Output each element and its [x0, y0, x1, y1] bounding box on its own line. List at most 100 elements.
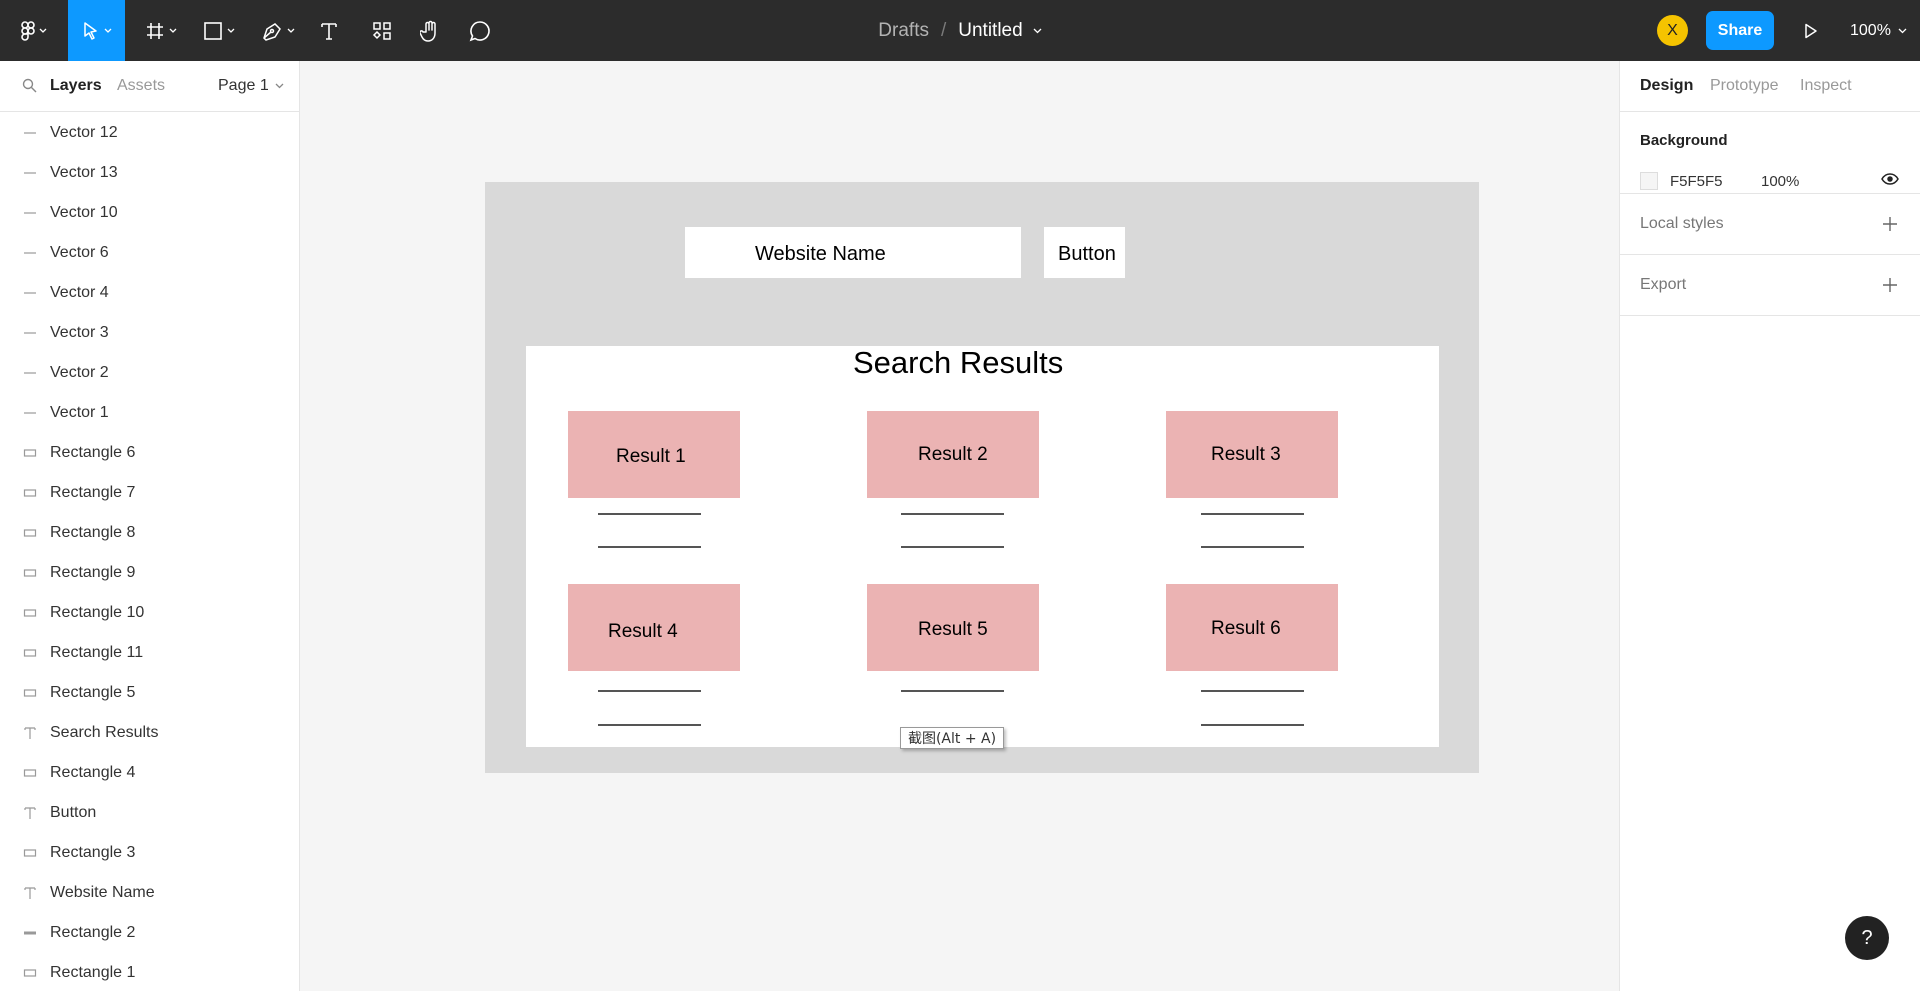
local-styles-title: Local styles [1640, 215, 1724, 232]
layer-row[interactable]: Rectangle 8 [0, 513, 299, 553]
result-label-2[interactable]: Result 2 [918, 444, 988, 466]
rectangle-icon [22, 685, 38, 701]
layer-name: Rectangle 8 [50, 524, 136, 541]
layer-name: Rectangle 2 [50, 924, 136, 941]
chevron-down-icon [275, 83, 284, 89]
layer-row[interactable]: Rectangle 11 [0, 633, 299, 673]
result-label-5[interactable]: Result 5 [918, 619, 988, 641]
layer-row[interactable]: Rectangle 6 [0, 433, 299, 473]
layer-row[interactable]: Button [0, 793, 299, 833]
line-icon [22, 165, 38, 181]
tab-inspect[interactable]: Inspect [1800, 77, 1852, 95]
chevron-down-icon[interactable] [1033, 28, 1042, 34]
tab-design[interactable]: Design [1640, 77, 1693, 95]
plus-icon[interactable] [1882, 277, 1898, 293]
layer-row[interactable]: Rectangle 7 [0, 473, 299, 513]
zoom-dropdown[interactable]: 100% [1850, 0, 1907, 61]
result-label-3[interactable]: Result 3 [1211, 444, 1281, 466]
vector-line[interactable] [1201, 513, 1304, 515]
vector-line[interactable] [598, 724, 701, 726]
text-tool-button[interactable] [313, 0, 345, 61]
vector-line[interactable] [598, 546, 701, 548]
page-label: Page 1 [218, 77, 269, 94]
layer-row[interactable]: Search Results [0, 713, 299, 753]
layer-row[interactable]: Rectangle 2 [0, 913, 299, 953]
layer-row[interactable]: Rectangle 1 [0, 953, 299, 991]
screenshot-tooltip: 截图(Alt + A) [900, 727, 1004, 749]
layer-row[interactable]: Vector 1 [0, 393, 299, 433]
vector-line[interactable] [901, 690, 1004, 692]
tab-layers[interactable]: Layers [50, 77, 102, 95]
layer-row[interactable]: Vector 4 [0, 273, 299, 313]
layer-row[interactable]: Rectangle 4 [0, 753, 299, 793]
background-hex-input[interactable]: F5F5F5 [1670, 173, 1723, 190]
result-label-1[interactable]: Result 1 [616, 446, 686, 468]
frame-tool-button[interactable] [138, 0, 184, 61]
figma-logo-icon [21, 20, 35, 41]
button-text[interactable]: Button [1058, 243, 1116, 266]
vector-line[interactable] [1201, 546, 1304, 548]
present-button[interactable] [1796, 0, 1826, 61]
tab-assets[interactable]: Assets [117, 77, 165, 95]
main-menu-button[interactable] [12, 0, 56, 61]
local-styles-section: Local styles [1620, 194, 1920, 255]
plus-icon[interactable] [1882, 216, 1898, 232]
layer-row[interactable]: Vector 6 [0, 233, 299, 273]
move-tool-button[interactable] [68, 0, 125, 61]
layer-name: Vector 2 [50, 364, 109, 381]
website-name-text[interactable]: Website Name [755, 243, 886, 266]
shape-tool-button[interactable] [196, 0, 242, 61]
eye-icon[interactable] [1881, 172, 1899, 186]
user-avatar[interactable]: X [1657, 15, 1688, 46]
layer-row[interactable]: Rectangle 9 [0, 553, 299, 593]
rectangle-icon [22, 845, 38, 861]
hand-tool-button[interactable] [414, 0, 446, 61]
layer-row[interactable]: Vector 13 [0, 153, 299, 193]
result-label-6[interactable]: Result 6 [1211, 618, 1281, 640]
properties-panel: Design Prototype Inspect Background F5F5… [1619, 61, 1920, 991]
layer-row[interactable]: Vector 2 [0, 353, 299, 393]
help-button[interactable]: ? [1845, 916, 1889, 960]
breadcrumb-separator: / [940, 19, 947, 41]
layer-row[interactable]: Rectangle 10 [0, 593, 299, 633]
layer-row[interactable]: Rectangle 3 [0, 833, 299, 873]
vector-line[interactable] [598, 690, 701, 692]
tab-prototype[interactable]: Prototype [1710, 77, 1778, 95]
layer-row[interactable]: Vector 3 [0, 313, 299, 353]
line-icon [22, 405, 38, 421]
components-icon [372, 21, 391, 40]
result-label-4[interactable]: Result 4 [608, 621, 678, 643]
text-icon [321, 22, 337, 40]
breadcrumb-drafts-link[interactable]: Drafts [878, 20, 929, 42]
layer-row[interactable]: Vector 10 [0, 193, 299, 233]
file-title[interactable]: Untitled [958, 20, 1022, 42]
resources-tool-button[interactable] [366, 0, 398, 61]
background-section: Background F5F5F5 100% [1620, 112, 1920, 194]
rectangle-icon [22, 645, 38, 661]
layer-name: Vector 12 [50, 124, 118, 141]
vector-line[interactable] [901, 513, 1004, 515]
background-color-swatch[interactable] [1640, 172, 1658, 190]
vector-line[interactable] [901, 546, 1004, 548]
search-results-title[interactable]: Search Results [853, 345, 1063, 381]
page-selector[interactable]: Page 1 [218, 77, 284, 95]
layer-name: Vector 10 [50, 204, 118, 221]
rectangle-icon [204, 21, 222, 40]
play-icon [1805, 23, 1817, 38]
share-button[interactable]: Share [1706, 11, 1774, 50]
chevron-down-icon [1898, 28, 1907, 33]
vector-line[interactable] [1201, 724, 1304, 726]
comment-tool-button[interactable] [464, 0, 496, 61]
chevron-down-icon [169, 28, 177, 33]
background-opacity-input[interactable]: 100% [1761, 173, 1799, 190]
layer-row[interactable]: Website Name [0, 873, 299, 913]
pen-tool-button[interactable] [255, 0, 301, 61]
frame-icon [147, 22, 163, 39]
layer-row[interactable]: Vector 12 [0, 113, 299, 153]
vector-line[interactable] [1201, 690, 1304, 692]
search-icon[interactable] [22, 78, 37, 93]
layer-row[interactable]: Rectangle 5 [0, 673, 299, 713]
vector-line[interactable] [598, 513, 701, 515]
hand-icon [420, 20, 436, 42]
rectangle-icon [22, 565, 38, 581]
